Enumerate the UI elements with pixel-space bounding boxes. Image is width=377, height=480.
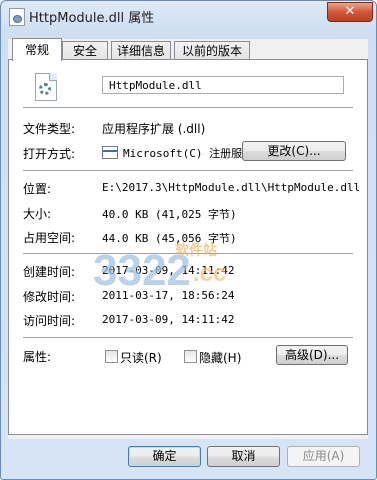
general-panel: HttpModule.dll 文件类型: 应用程序扩展 (.dll) 打开方式:… <box>8 59 368 435</box>
readonly-label[interactable]: 只读(R) <box>120 349 162 366</box>
size-on-disk-label: 占用空间: <box>23 231 76 245</box>
location-label: 位置: <box>23 182 52 196</box>
tab-general[interactable]: 常规 <box>12 38 62 61</box>
tab-previous-versions[interactable]: 以前的版本 <box>174 41 250 60</box>
file-type-value: 应用程序扩展 (.dll) <box>102 122 206 136</box>
created-label: 创建时间: <box>23 265 76 279</box>
tab-security[interactable]: 安全 <box>62 41 108 60</box>
hidden-checkbox[interactable] <box>184 350 197 363</box>
divider <box>23 337 353 339</box>
dll-file-icon <box>35 73 57 101</box>
file-icon <box>9 8 25 26</box>
change-button[interactable]: 更改(C)... <box>242 141 346 161</box>
tab-strip: 常规 安全 详细信息 以前的版本 <box>8 38 368 61</box>
modified-value: 2011-03-17, 18:56:24 <box>102 289 235 302</box>
file-name-field[interactable]: HttpModule.dll <box>102 76 344 94</box>
hidden-label[interactable]: 隐藏(H) <box>199 349 241 366</box>
size-value: 40.0 KB (41,025 字节) <box>102 208 237 221</box>
divider <box>23 107 353 109</box>
file-type-label: 文件类型: <box>23 122 76 136</box>
size-on-disk-value: 44.0 KB (45,056 字节) <box>102 232 237 245</box>
advanced-button[interactable]: 高级(D)... <box>276 345 348 365</box>
apply-button[interactable]: 应用(A) <box>287 446 360 467</box>
close-button[interactable]: ✕ <box>327 2 373 22</box>
divider <box>23 170 353 172</box>
created-value: 2017-03-09, 14:11:42 <box>102 264 235 277</box>
properties-window: HttpModule.dll 属性 ✕ 常规 安全 详细信息 以前的版本 Htt… <box>0 0 377 480</box>
size-label: 大小: <box>23 207 52 221</box>
accessed-label: 访问时间: <box>23 314 76 328</box>
readonly-checkbox[interactable] <box>105 350 118 363</box>
divider <box>23 253 353 255</box>
ok-button[interactable]: 确定 <box>128 446 201 467</box>
gear-icon <box>39 83 51 95</box>
cancel-button[interactable]: 取消 <box>207 446 280 467</box>
window-title: HttpModule.dll 属性 <box>29 11 155 26</box>
title-bar[interactable]: HttpModule.dll 属性 ✕ <box>1 1 376 31</box>
tab-details[interactable]: 详细信息 <box>111 41 171 60</box>
open-with-label: 打开方式: <box>23 147 76 161</box>
modified-label: 修改时间: <box>23 290 76 304</box>
attributes-label: 属性: <box>23 350 52 364</box>
accessed-value: 2017-03-09, 14:11:42 <box>102 313 235 326</box>
location-value: E:\2017.3\HttpModule.dll\HttpModule.dll <box>102 181 361 194</box>
app-icon <box>102 146 118 159</box>
open-with-value: Microsoft(C) 注册服 <box>123 147 243 160</box>
